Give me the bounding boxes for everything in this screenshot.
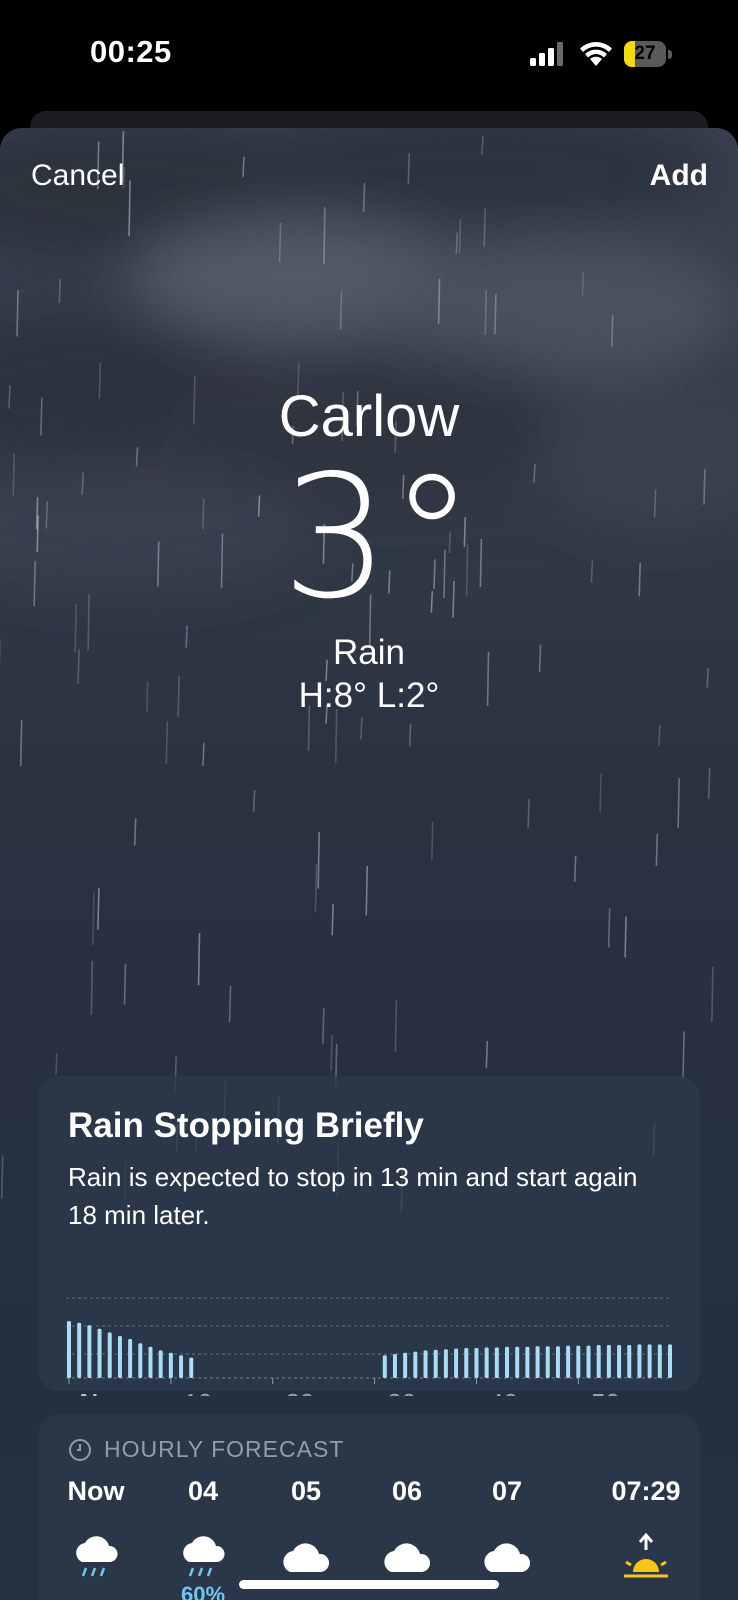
weather-preview-sheet: Cancel Add Carlow 3° Rain H:8° L:2° Rain… — [0, 128, 738, 1600]
precipitation-bar — [148, 1346, 153, 1378]
precipitation-bar — [67, 1321, 71, 1378]
weather-condition: Rain — [333, 633, 405, 672]
precipitation-bar — [464, 1348, 469, 1378]
precipitation-bar — [586, 1345, 591, 1378]
cloud-icon — [477, 1532, 537, 1582]
hourly-time: 05 — [290, 1476, 322, 1506]
chart-axis-label: 50m — [591, 1388, 642, 1396]
precipitation-bar — [392, 1354, 397, 1378]
hourly-precip-chance: 60% — [180, 1582, 226, 1600]
precipitation-bar — [423, 1350, 428, 1378]
chart-axis-label: 40m — [489, 1388, 540, 1396]
precipitation-bar — [168, 1352, 173, 1378]
precipitation-bar — [107, 1332, 112, 1378]
battery-icon: 27 — [624, 41, 672, 67]
precipitation-bar — [403, 1352, 408, 1378]
precipitation-bar — [647, 1344, 652, 1378]
add-button[interactable]: Add — [650, 159, 708, 193]
cloud-icon — [377, 1532, 437, 1582]
precipitation-description: Rain is expected to stop in 13 min and s… — [68, 1162, 638, 1230]
chart-axis-label: 20m — [285, 1388, 336, 1396]
hourly-time: 04 — [187, 1476, 219, 1506]
precipitation-bar — [617, 1345, 622, 1378]
high-low-temperature: H:8° L:2° — [298, 676, 440, 715]
precipitation-bar — [555, 1346, 560, 1378]
hourly-forecast-title: HOURLY FORECAST — [104, 1436, 345, 1462]
chart-axis-label: 10m — [184, 1388, 235, 1396]
rain-cloud-icon — [66, 1532, 126, 1582]
cellular-signal-icon — [530, 42, 563, 66]
rain-cloud-icon — [173, 1532, 233, 1582]
precipitation-bar — [97, 1328, 102, 1378]
precipitation-bar — [189, 1357, 194, 1378]
chart-axis-label: Now — [80, 1388, 136, 1396]
current-temperature: 3° — [281, 439, 475, 637]
precipitation-bar — [596, 1345, 601, 1378]
cancel-button[interactable]: Cancel — [31, 159, 124, 193]
precipitation-bar — [657, 1344, 662, 1378]
wifi-icon — [580, 42, 612, 66]
precipitation-bar — [668, 1344, 672, 1378]
precipitation-bar — [454, 1348, 459, 1378]
cloud-icon — [276, 1532, 336, 1582]
precipitation-bar — [474, 1348, 479, 1378]
hourly-forecast-header: HOURLY FORECAST — [68, 1436, 344, 1463]
precipitation-bar — [484, 1347, 489, 1378]
hourly-time: 07:29 — [611, 1476, 681, 1506]
precipitation-bar — [179, 1355, 184, 1378]
precipitation-bar — [525, 1346, 530, 1378]
precipitation-bar — [87, 1325, 92, 1378]
precipitation-bar — [576, 1345, 581, 1378]
precipitation-bar — [138, 1343, 143, 1378]
precipitation-bar — [413, 1351, 418, 1378]
hourly-time: 06 — [391, 1476, 423, 1506]
precipitation-bar — [606, 1345, 611, 1378]
precipitation-bar — [637, 1344, 642, 1378]
precipitation-title: Rain Stopping Briefly — [68, 1106, 424, 1145]
home-indicator[interactable] — [239, 1580, 499, 1589]
precipitation-bar — [158, 1350, 163, 1378]
precipitation-card[interactable]: Rain Stopping Briefly Rain is expected t… — [38, 1076, 700, 1396]
status-bar: 00:25 27 — [0, 0, 738, 110]
precipitation-bar — [566, 1345, 571, 1378]
battery-level: 27 — [634, 43, 656, 64]
hourly-time: Now — [67, 1476, 125, 1506]
precipitation-bar — [535, 1346, 540, 1378]
precipitation-bar — [505, 1346, 510, 1378]
precipitation-bar — [443, 1349, 448, 1378]
precipitation-bar — [77, 1322, 82, 1378]
precipitation-bar — [128, 1339, 133, 1378]
clock-icon — [69, 1438, 91, 1461]
precipitation-chart: Now 10m 20m 30m 40m 50m — [66, 1297, 672, 1396]
hourly-forecast-card[interactable]: HOURLY FORECAST Now 04 60% 05 06 07 07:29 — [38, 1414, 700, 1600]
status-time: 00:25 — [90, 34, 172, 69]
precipitation-bar — [627, 1345, 632, 1378]
precipitation-bar — [545, 1346, 550, 1378]
precipitation-bar — [382, 1355, 387, 1378]
precipitation-bar — [494, 1347, 499, 1378]
precipitation-bar — [515, 1346, 520, 1378]
chart-axis-label: 30m — [387, 1388, 438, 1396]
precipitation-bar — [117, 1336, 122, 1378]
precipitation-bar — [433, 1349, 438, 1378]
hourly-time: 07 — [491, 1476, 523, 1506]
sunrise-icon — [616, 1532, 676, 1582]
